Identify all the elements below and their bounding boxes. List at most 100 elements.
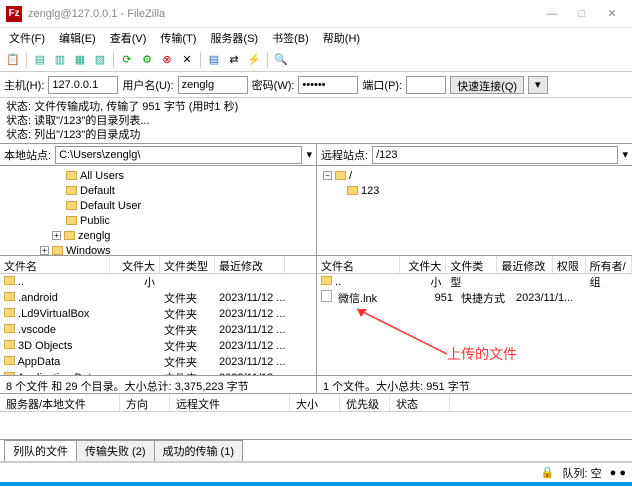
col-size[interactable]: 文件大小 [110,256,160,273]
col-server[interactable]: 服务器/本地文件 [0,394,120,411]
tree-item[interactable]: 123 [361,185,379,197]
col-type[interactable]: 文件类型 [160,256,215,273]
local-file-list[interactable]: .. .android文件夹2023/11/12 ... .Ld9Virtual… [0,274,316,375]
layout2-icon[interactable]: ▥ [51,51,69,69]
filter-icon[interactable]: ▤ [205,51,223,69]
remote-tree[interactable]: − / 123 [317,166,632,256]
col-size[interactable]: 文件大小 [400,256,446,273]
list-item[interactable]: AppData文件夹2023/11/12 ... [0,354,316,370]
disconnect-icon[interactable]: ✕ [178,51,196,69]
list-item[interactable]: Application Data文件夹2023/11/12 ... [0,370,316,375]
col-name[interactable]: 文件名 [317,256,400,273]
folder-icon [66,171,77,180]
message-log[interactable]: 状态: 文件传输成功, 传输了 951 字节 (用时1 秒) 状态: 读取"/1… [0,98,632,144]
tree-item[interactable]: Default [80,185,115,197]
tab-queued[interactable]: 列队的文件 [4,440,77,461]
status-dots: ● ● [610,467,626,479]
tree-item[interactable]: All Users [80,170,124,182]
list-item[interactable]: .android文件夹2023/11/12 ... [0,290,316,306]
expand-icon[interactable]: + [52,231,61,240]
folder-icon [4,308,15,317]
col-owner[interactable]: 所有者/组 [586,256,632,273]
folder-icon [335,171,346,180]
layout1-icon[interactable]: ▤ [31,51,49,69]
log-line: 状态: 列出"/123"的目录成功 [6,128,626,142]
col-type[interactable]: 文件类型 [446,256,497,273]
col-date[interactable]: 最近修改 [497,256,553,273]
remote-list-header: 文件名 文件大小 文件类型 最近修改 权限 所有者/组 [317,256,632,274]
pass-label: 密码(W): [252,77,295,93]
quickconnect-dropdown[interactable]: ▾ [528,76,548,94]
list-item[interactable]: 微信.lnk951快捷方式2023/11/1... [317,290,632,306]
folder-icon [4,292,15,301]
list-item[interactable]: .. [0,274,316,290]
quickconnect-button[interactable]: 快速连接(Q) [450,76,524,94]
file-icon [321,290,332,302]
folder-icon [4,340,15,349]
sitemanager-icon[interactable]: 📋 [4,51,22,69]
list-item[interactable]: 3D Objects文件夹2023/11/12 ... [0,338,316,354]
col-name[interactable]: 文件名 [0,256,110,273]
col-prio[interactable]: 优先级 [340,394,390,411]
menu-transfer[interactable]: 传输(T) [155,28,201,48]
dropdown-icon[interactable]: ▾ [306,148,312,161]
tree-item[interactable]: Default User [80,200,141,212]
menu-help[interactable]: 帮助(H) [318,28,365,48]
maximize-button[interactable]: □ [568,4,596,24]
sync-icon[interactable]: ⚡ [245,51,263,69]
local-site-label: 本地站点: [4,147,51,163]
layout3-icon[interactable]: ▦ [71,51,89,69]
dropdown-icon[interactable]: ▾ [622,148,628,161]
list-item[interactable]: .Ld9VirtualBox文件夹2023/11/12 ... [0,306,316,322]
col-perm[interactable]: 权限 [553,256,586,273]
remote-status: 1 个文件。大小总共: 951 字节 [317,375,632,393]
menu-server[interactable]: 服务器(S) [205,28,263,48]
remote-file-list[interactable]: 上传的文件 .. 微信.lnk951快捷方式2023/11/1... [317,274,632,375]
lock-icon: 🔒 [541,466,555,479]
cancel-icon[interactable]: ⊗ [158,51,176,69]
col-remote[interactable]: 远程文件 [170,394,290,411]
queue-tabs: 列队的文件 传输失败 (2) 成功的传输 (1) [0,440,632,462]
compare-icon[interactable]: ⇄ [225,51,243,69]
folder-icon [321,276,332,285]
pass-input[interactable] [298,76,358,94]
tree-item[interactable]: / [349,170,352,182]
col-date[interactable]: 最近修改 [215,256,285,273]
user-input[interactable] [178,76,248,94]
folder-icon [347,186,358,195]
col-status[interactable]: 状态 [390,394,450,411]
menu-file[interactable]: 文件(F) [4,28,50,48]
layout4-icon[interactable]: ▧ [91,51,109,69]
local-path-input[interactable] [55,146,302,164]
list-item[interactable]: .. [317,274,632,290]
local-tree[interactable]: All Users Default Default User Public + zengl… [0,166,316,256]
folder-icon [66,216,77,225]
col-dir[interactable]: 方向 [120,394,170,411]
port-input[interactable] [406,76,446,94]
process-icon[interactable]: ⚙ [138,51,156,69]
search-icon[interactable]: 🔍 [272,51,290,69]
menu-edit[interactable]: 编辑(E) [54,28,101,48]
menu-bookmarks[interactable]: 书签(B) [267,28,314,48]
menubar: 文件(F) 编辑(E) 查看(V) 传输(T) 服务器(S) 书签(B) 帮助(… [0,28,632,48]
close-button[interactable]: ✕ [598,4,626,24]
tree-item[interactable]: Public [80,215,110,227]
menu-view[interactable]: 查看(V) [105,28,152,48]
minimize-button[interactable]: — [538,4,566,24]
col-size[interactable]: 大小 [290,394,340,411]
window-title: zenglg@127.0.0.1 - FileZilla [28,8,538,20]
log-line: 状态: 文件传输成功, 传输了 951 字节 (用时1 秒) [6,100,626,114]
list-item[interactable]: .vscode文件夹2023/11/12 ... [0,322,316,338]
refresh-icon[interactable]: ⟳ [118,51,136,69]
app-icon: Fz [6,6,22,22]
tree-item[interactable]: zenglg [78,230,110,242]
host-input[interactable] [48,76,118,94]
tree-item[interactable]: Windows [66,245,111,257]
expand-icon[interactable]: + [40,246,49,255]
transfer-queue[interactable]: 服务器/本地文件 方向 远程文件 大小 优先级 状态 [0,394,632,440]
tab-successful[interactable]: 成功的传输 (1) [154,440,244,461]
taskbar [0,482,632,486]
tab-failed[interactable]: 传输失败 (2) [76,440,155,461]
collapse-icon[interactable]: − [323,171,332,180]
remote-path-input[interactable] [372,146,618,164]
